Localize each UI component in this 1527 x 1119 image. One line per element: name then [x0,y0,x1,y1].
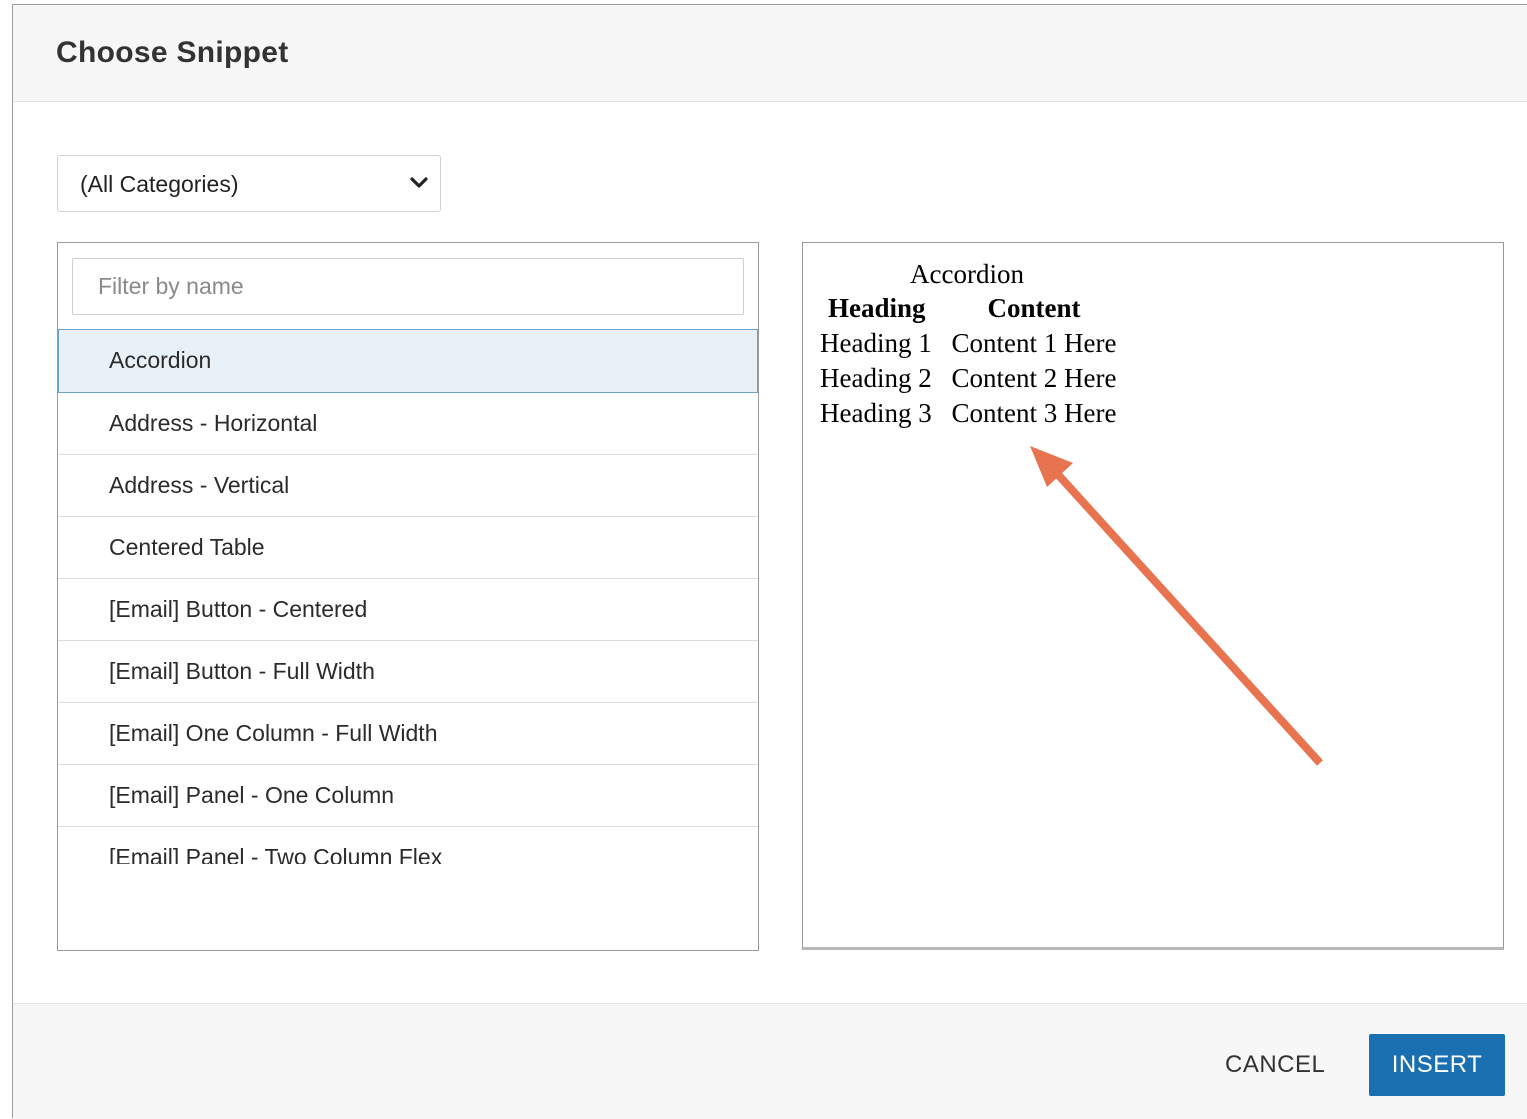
preview-cell-content: Content 1 Here [951,328,1117,358]
snippet-list-item[interactable]: Accordion [58,329,758,393]
preview-cell-content: Content 2 Here [951,363,1117,393]
insert-button[interactable]: INSERT [1369,1034,1505,1096]
snippet-list-item[interactable]: Address - Vertical [58,455,758,517]
snippet-list-item[interactable]: Centered Table [58,517,758,579]
snippet-list-item[interactable]: [Email] One Column - Full Width [58,703,758,765]
preview-caption: Accordion [910,259,1024,289]
snippet-preview: Accordion Heading Content Heading 1 Cont… [802,242,1504,950]
chevron-down-icon [410,177,428,188]
preview-row: Heading 2 Content 2 Here [820,361,1116,396]
preview-cell-content: Content 3 Here [951,398,1117,428]
preview-cell-heading: Heading 1 [820,328,932,358]
choose-snippet-dialog: Choose Snippet (All Categories) Accordio… [12,4,1527,1119]
snippet-list-item[interactable]: [Email] Panel - One Column [58,765,758,827]
dialog-footer: CANCEL INSERT [13,1003,1527,1119]
snippet-list[interactable]: Accordion Address - Horizontal Address - V… [58,329,758,864]
preview-row: Heading 1 Content 1 Here [820,326,1116,361]
dialog-header: Choose Snippet [13,5,1527,102]
snippet-list-panel: AccordionAddress - HorizontalAddress - V… [57,242,759,951]
snippet-list-item[interactable]: [Email] Button - Centered [58,579,758,641]
snippet-list-item[interactable]: [Email] Panel - Two Column Flex [58,827,758,864]
preview-header-heading: Heading [828,293,926,323]
preview-table: Heading Content Heading 1 Content 1 Here… [820,291,1116,431]
dialog-title: Choose Snippet [56,36,289,69]
preview-cell-heading: Heading 3 [820,398,932,428]
preview-cell-heading: Heading 2 [820,363,932,393]
preview-header-row: Heading Content [820,291,1116,326]
snippet-list-item[interactable]: Address - Horizontal [58,393,758,455]
category-select[interactable]: (All Categories) [57,155,441,212]
preview-row: Heading 3 Content 3 Here [820,396,1116,431]
cancel-button[interactable]: CANCEL [1207,1034,1343,1096]
category-select-value: (All Categories) [80,171,239,197]
snippet-list-item[interactable]: [Email] Button - Full Width [58,641,758,703]
preview-header-content: Content [987,293,1081,323]
filter-by-name-input[interactable] [72,258,744,315]
